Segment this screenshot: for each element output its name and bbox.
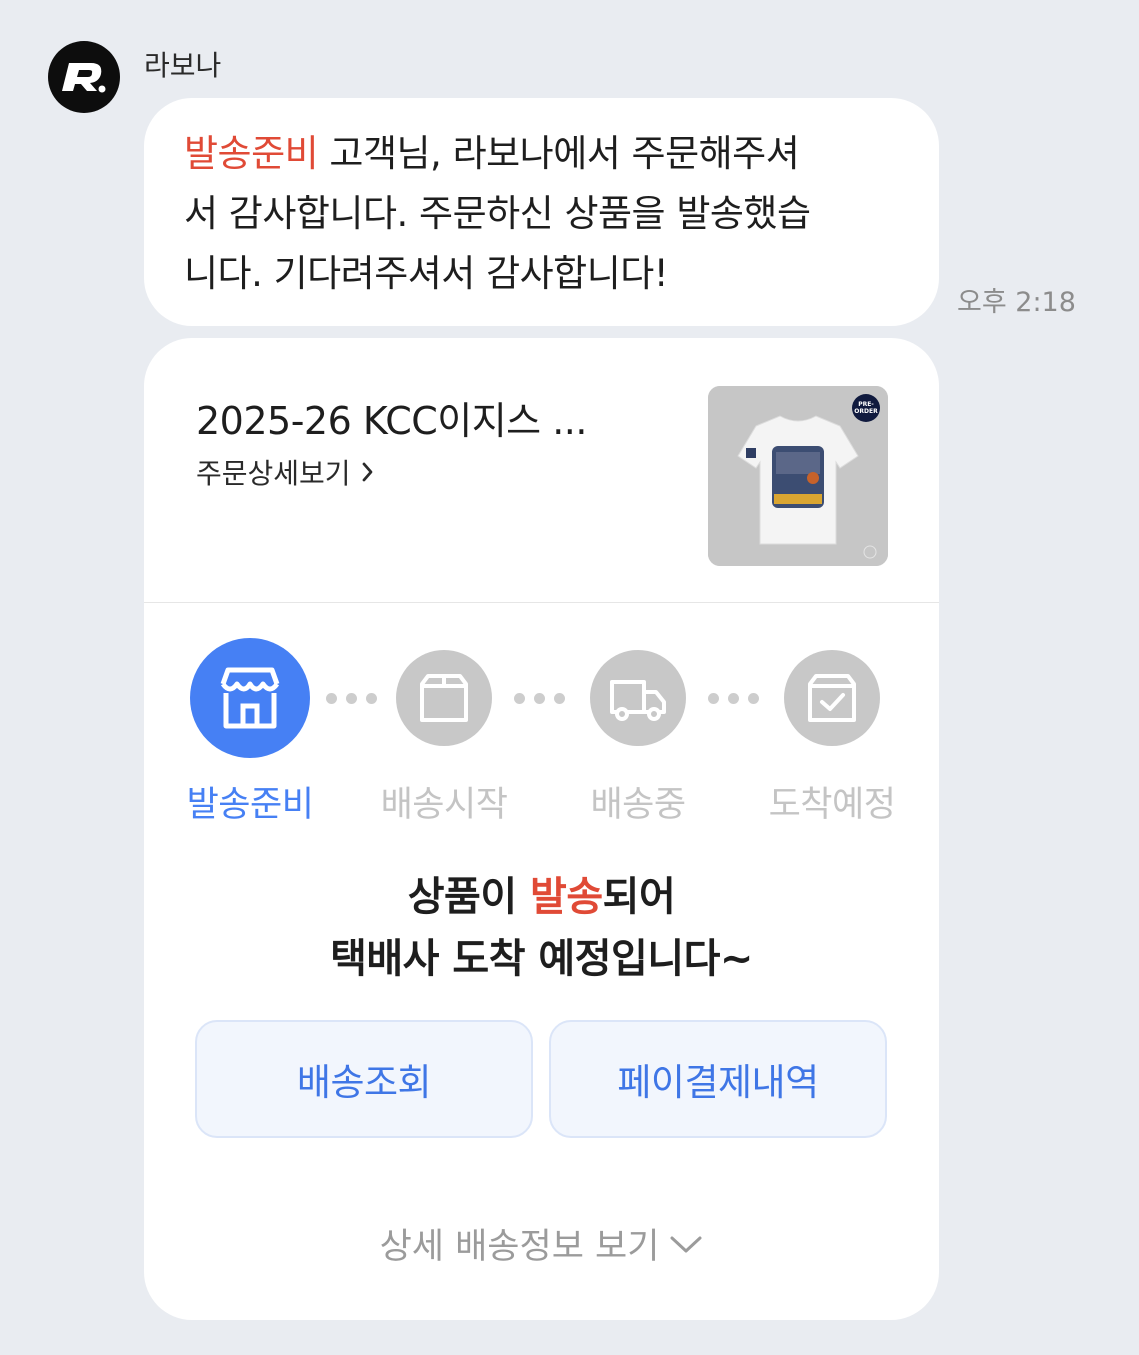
step-connector-dot [534,693,545,704]
step-connector-dot [346,693,357,704]
step-label-in-transit: 배송중 [590,785,686,825]
sender-avatar[interactable] [48,41,120,113]
chevron-down-icon [670,1236,702,1252]
pay-history-button[interactable]: 페이결제내역 [549,1020,887,1138]
headline-highlight: 발송 [530,874,603,920]
preorder-badge-line1: PRE- [858,401,874,408]
step-connector-dot [514,693,525,704]
order-detail-link[interactable]: 주문상세보기 [196,452,375,492]
product-thumbnail[interactable]: PRE- ORDER [708,386,888,566]
step-connector-dot [554,693,565,704]
step-prepare [190,638,310,758]
step-in-transit [590,650,686,746]
step-label-arrival: 도착예정 [768,785,896,825]
store-icon [220,667,280,729]
message-status-highlight: 발송준비 [184,132,319,175]
headline-pre: 상품이 [407,874,531,920]
message-line1: 고객님, 라보나에서 주문해주셔 [318,132,800,175]
step-connector-dot [708,693,719,704]
message-line3: 니다. 기다려주셔서 감사합니다! [184,252,669,295]
product-title[interactable]: 2025-26 KCC이지스 ... [196,390,587,445]
message-line2: 서 감사합니다. 주문하신 상품을 발송했습 [184,192,811,235]
message-time: 오후 2:18 [957,287,1076,318]
box-icon [420,674,468,722]
tshirt-image: PRE- ORDER [708,386,888,566]
shipping-headline: 상품이 발송되어 택배사 도착 예정입니다~ [144,866,939,990]
step-ship-start [396,650,492,746]
sender-name: 라보나 [144,49,222,82]
more-shipping-info-label: 상세 배송정보 보기 [379,1227,660,1267]
headline-post: 되어 [602,874,676,920]
step-label-ship-start: 배송시작 [380,785,508,825]
chevron-right-icon [362,462,372,482]
shipping-card: 2025-26 KCC이지스 ... 주문상세보기 PRE- ORDER 발송준… [144,338,939,1320]
track-delivery-button[interactable]: 배송조회 [195,1020,533,1138]
step-label-prepare: 발송준비 [186,785,314,825]
more-shipping-info-toggle[interactable]: 상세 배송정보 보기 [144,1218,939,1269]
box-check-icon [808,674,856,722]
step-arrival [784,650,880,746]
headline-line2: 택배사 도착 예정입니다~ [330,936,753,982]
step-connector-dot [326,693,337,704]
truck-icon [610,680,666,721]
card-divider [144,602,939,603]
message-bubble: 발송준비 고객님, 라보나에서 주문해주셔 서 감사합니다. 주문하신 상품을 … [144,98,939,326]
preorder-badge-line2: ORDER [854,408,878,415]
order-detail-label: 주문상세보기 [196,457,351,490]
step-connector-dot [748,693,759,704]
ravona-logo-icon [62,63,106,93]
step-connector-dot [366,693,377,704]
step-connector-dot [728,693,739,704]
message-text: 발송준비 고객님, 라보나에서 주문해주셔 서 감사합니다. 주문하신 상품을 … [184,124,899,304]
